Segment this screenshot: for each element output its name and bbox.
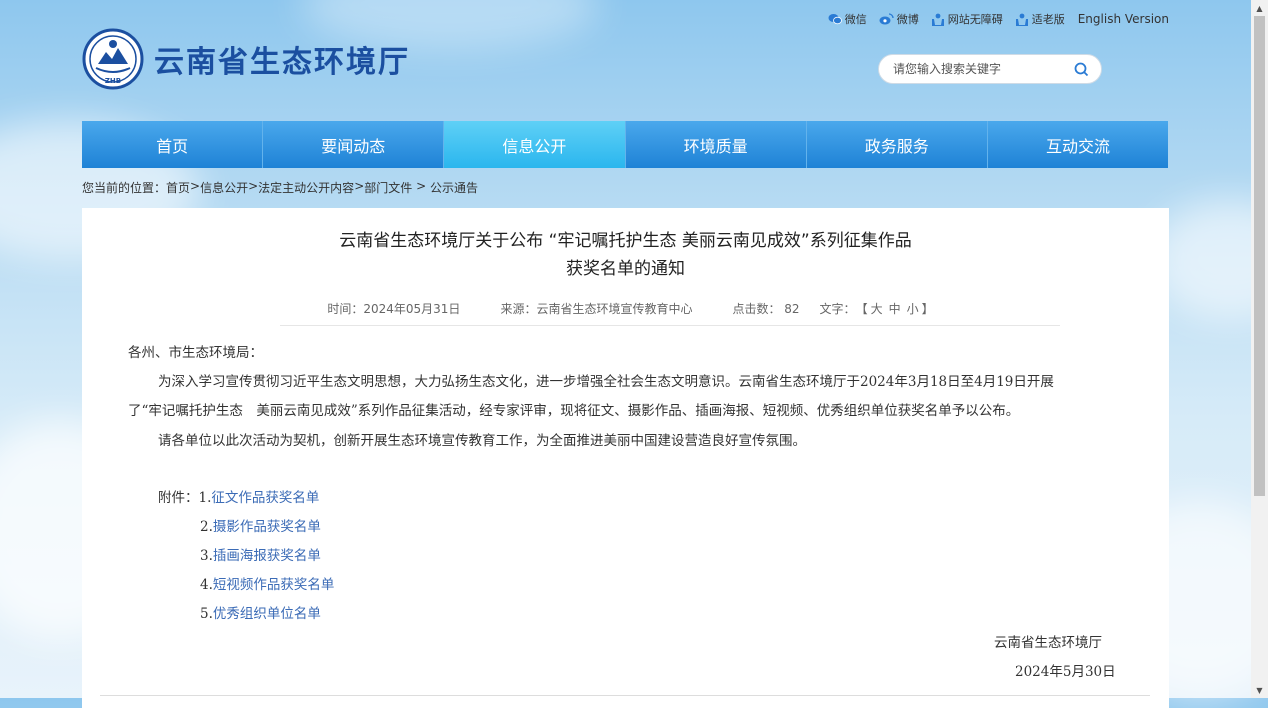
weibo-link[interactable]: 微博 <box>879 11 919 27</box>
scroll-down-arrow-icon[interactable]: ▼ <box>1251 682 1268 698</box>
attachment-link-video[interactable]: 短视频作品获奖名单 <box>213 577 335 593</box>
font-size-open: 【 <box>855 302 868 316</box>
article-title-line1: 云南省生态环境厅关于公布 “牢记嘱托护生态 美丽云南见成效”系列征集作品 <box>339 231 912 251</box>
nav-home[interactable]: 首页 <box>82 121 264 168</box>
font-size-large[interactable]: 大 <box>871 300 883 317</box>
attachment-number: 1. <box>198 490 212 506</box>
breadcrumb-separator: > <box>354 179 365 193</box>
attachment-row: 5.优秀组织单位名单 <box>200 602 321 622</box>
attachment-row: 4.短视频作品获奖名单 <box>200 573 334 593</box>
accessibility-icon <box>931 13 944 26</box>
font-size-medium[interactable]: 中 <box>889 300 901 317</box>
publish-date: 时间：2024年05月31日 <box>327 302 461 316</box>
scrollbar-thumb[interactable] <box>1254 16 1265 496</box>
weibo-label: 微博 <box>896 13 919 26</box>
english-version-link[interactable]: English Version <box>1078 12 1169 26</box>
font-size-label: 文字： <box>819 302 856 316</box>
article-title-line2: 获奖名单的通知 <box>566 259 685 279</box>
search-icon[interactable] <box>1074 62 1089 77</box>
paragraph-1-line-2: 了“牢记嘱托护生态 美丽云南见成效”系列作品征集活动，经专家评审，现将征文、摄影… <box>128 403 1020 419</box>
emblem-icon: ZHB <box>82 28 144 90</box>
salutation: 各州、市生态环境局： <box>128 345 263 361</box>
attachments-label: 附件： <box>158 490 199 506</box>
wechat-link[interactable]: 微信 <box>828 11 867 27</box>
attachment-number: 2. <box>200 519 213 535</box>
top-links: 微信 微博 网站无障碍 适老版 English Version <box>816 11 1169 27</box>
elderly-mode-label: 适老版 <box>1031 13 1065 26</box>
breadcrumb-home[interactable]: 首页 <box>166 179 190 196</box>
breadcrumb-separator: > <box>190 179 201 193</box>
breadcrumb-dept-documents[interactable]: 部门文件 <box>364 179 412 196</box>
attachment-row: 附件：1.征文作品获奖名单 <box>158 486 319 506</box>
wechat-icon <box>828 14 842 25</box>
site-logo[interactable]: ZHB 云南省生态环境厅 <box>82 28 410 90</box>
scroll-up-arrow-icon[interactable]: ▲ <box>1251 0 1268 16</box>
nav-environment-quality[interactable]: 环境质量 <box>625 121 807 168</box>
elderly-mode-link[interactable]: 适老版 <box>1015 11 1065 27</box>
sign-date: 2024年5月30日 <box>1015 664 1116 680</box>
search-box <box>878 54 1102 84</box>
breadcrumb-notices[interactable]: 公示通告 <box>430 179 478 196</box>
search-input[interactable] <box>891 61 1065 77</box>
breadcrumb-info-disclosure[interactable]: 信息公开 <box>200 179 248 196</box>
breadcrumb-separator: > <box>412 179 430 193</box>
attachment-link-essay[interactable]: 征文作品获奖名单 <box>211 490 319 506</box>
font-size-close: 】 <box>921 302 934 316</box>
wechat-label: 微信 <box>844 13 867 26</box>
attachment-link-organizations[interactable]: 优秀组织单位名单 <box>213 606 321 622</box>
attachment-link-poster[interactable]: 插画海报获奖名单 <box>213 548 321 564</box>
elderly-mode-icon <box>1015 13 1028 26</box>
nav-news[interactable]: 要闻动态 <box>263 121 445 168</box>
weibo-icon <box>879 13 894 25</box>
nav-info-disclosure[interactable]: 信息公开 <box>444 121 626 168</box>
article-source: 来源：云南省生态环境宣传教育中心 <box>500 302 693 316</box>
content-divider <box>100 695 1150 696</box>
breadcrumb-prefix: 您当前的位置： <box>82 181 167 195</box>
breadcrumb-statutory-content[interactable]: 法定主动公开内容 <box>258 179 354 196</box>
attachment-link-photo[interactable]: 摄影作品获奖名单 <box>213 519 321 535</box>
nav-government-services[interactable]: 政务服务 <box>806 121 988 168</box>
breadcrumb: 您当前的位置： 首页 > 信息公开 > 法定主动公开内容 > 部门文件 > 公示… <box>82 179 478 196</box>
main-nav: 首页 要闻动态 信息公开 环境质量 政务服务 互动交流 <box>82 121 1169 168</box>
attachment-row: 2.摄影作品获奖名单 <box>200 515 321 535</box>
paragraph-1-line-1: 为深入学习宣传贯彻习近平生态文明思想，大力弘扬生态文化，进一步增强全社会生态文明… <box>158 374 1054 390</box>
paragraph-2: 请各单位以此次活动为契机，创新开展生态环境宣传教育工作，为全面推进美丽中国建设营… <box>158 433 806 449</box>
attachment-number: 4. <box>200 577 213 593</box>
article-meta: 时间：2024年05月31日 来源：云南省生态环境宣传教育中心 点击数： 82 … <box>82 300 1169 317</box>
attachment-number: 5. <box>200 606 213 622</box>
article-panel: 云南省生态环境厅关于公布 “牢记嘱托护生态 美丽云南见成效”系列征集作品 获奖名… <box>82 208 1169 708</box>
site-name: 云南省生态环境厅 <box>154 45 410 80</box>
font-size-small[interactable]: 小 <box>907 300 919 317</box>
meta-divider <box>280 325 1060 326</box>
attachment-row: 3.插画海报获奖名单 <box>200 544 321 564</box>
signature: 云南省生态环境厅 <box>994 635 1102 651</box>
accessibility-label: 网站无障碍 <box>947 13 1003 26</box>
breadcrumb-separator: > <box>248 179 259 193</box>
accessibility-link[interactable]: 网站无障碍 <box>931 11 1003 27</box>
emblem-text: ZHB <box>105 77 121 85</box>
nav-interaction[interactable]: 互动交流 <box>987 121 1169 168</box>
attachment-number: 3. <box>200 548 213 564</box>
click-count: 点击数： 82 <box>732 302 800 316</box>
page-scrollbar[interactable]: ▲ ▼ <box>1251 0 1268 698</box>
